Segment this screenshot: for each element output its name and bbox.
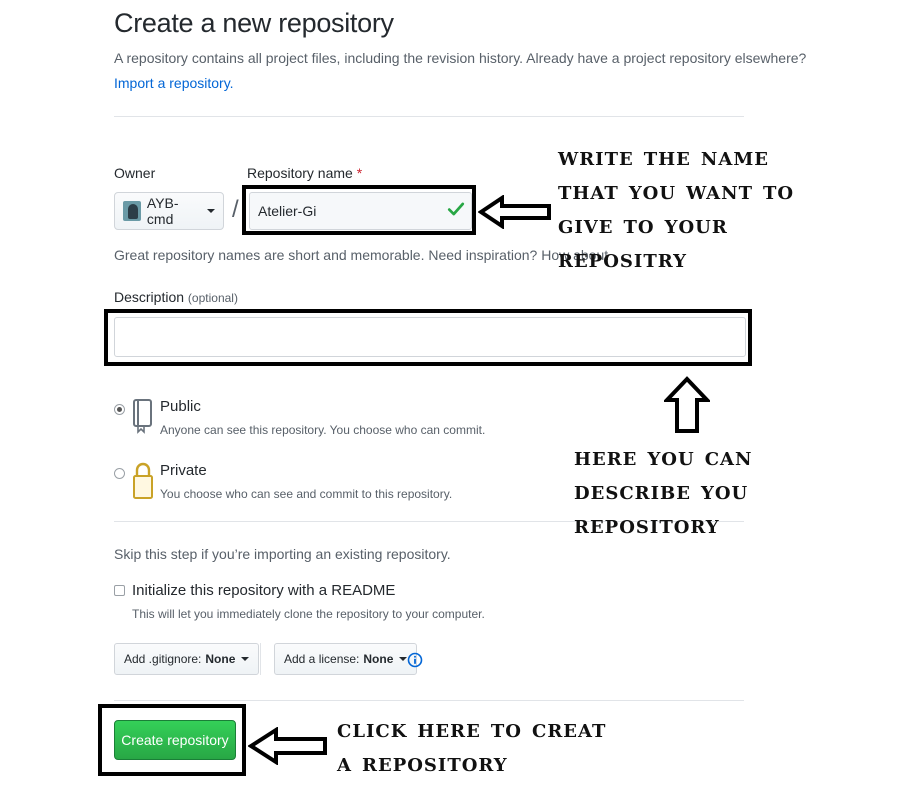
public-radio[interactable] <box>114 404 125 415</box>
annotation-create: Click here to creat a repository <box>337 714 607 778</box>
description-label-text: Description <box>114 289 185 305</box>
page-title: Create a new repository <box>114 8 394 38</box>
arrow-left-icon <box>478 195 551 229</box>
init-readme-title: Initialize this repository with a README <box>132 582 396 599</box>
divider <box>114 700 744 701</box>
import-repository-link[interactable]: Import a repository. <box>114 75 234 91</box>
repo-name-highlight-box <box>242 185 476 235</box>
owner-value: AYB-cmd <box>146 195 179 227</box>
skip-note: Skip this step if you’re importing an ex… <box>114 546 451 562</box>
arrow-left-icon <box>248 727 327 765</box>
owner-label: Owner <box>114 165 156 181</box>
lock-icon <box>133 462 153 499</box>
optional-note: (optional) <box>187 291 238 305</box>
public-title: Public <box>160 398 201 415</box>
repo-book-icon <box>133 399 152 434</box>
description-label: Description (optional) <box>114 289 238 305</box>
chevron-down-icon <box>241 657 250 661</box>
chevron-down-icon <box>207 209 215 213</box>
info-icon[interactable] <box>407 652 423 668</box>
private-radio[interactable] <box>114 468 125 479</box>
license-dropdown[interactable]: Add a license: None <box>274 643 418 675</box>
owner-dropdown[interactable]: AYB-cmd <box>114 192 224 230</box>
page-subtitle: A repository contains all project files,… <box>114 50 807 66</box>
required-mark: * <box>356 165 363 181</box>
repo-name-label-text: Repository name <box>247 165 353 181</box>
divider <box>114 116 744 117</box>
license-label: Add a license: <box>284 652 360 666</box>
init-readme-checkbox[interactable] <box>114 585 125 596</box>
create-button-highlight-box <box>98 704 246 776</box>
private-note: You choose who can see and commit to thi… <box>160 487 453 501</box>
private-title: Private <box>160 462 207 479</box>
avatar <box>123 201 141 221</box>
owner-repo-separator: / <box>232 196 239 223</box>
license-value: None <box>363 652 394 666</box>
repo-name-label: Repository name * <box>247 165 362 181</box>
repo-name-hint: Great repository names are short and mem… <box>114 247 609 263</box>
annotation-repo-name: Write the name that you want to give to … <box>558 142 795 274</box>
init-readme-note: This will let you immediately clone the … <box>132 607 485 621</box>
description-highlight-box <box>104 309 752 366</box>
annotation-description: Here you can describe you repository <box>574 442 753 540</box>
gitignore-label: Add .gitignore: <box>124 652 202 666</box>
public-note: Anyone can see this repository. You choo… <box>160 423 486 437</box>
gitignore-dropdown[interactable]: Add .gitignore: None <box>114 643 260 675</box>
divider <box>260 643 261 675</box>
gitignore-value: None <box>205 652 236 666</box>
arrow-up-icon <box>664 376 710 433</box>
